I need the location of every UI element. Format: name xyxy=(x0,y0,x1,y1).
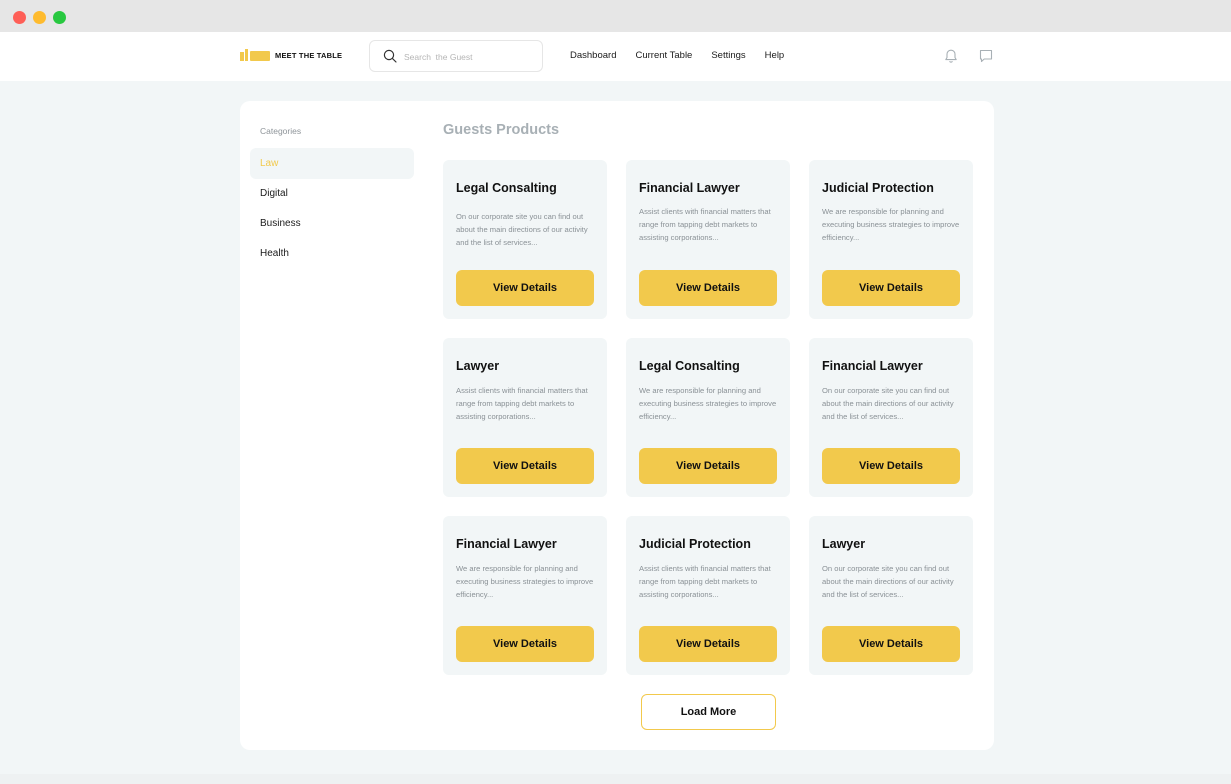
product-card: Lawyer On our corporate site you can fin… xyxy=(809,516,973,675)
category-digital[interactable]: Digital xyxy=(250,178,414,209)
product-card: Legal Consalting We are responsible for … xyxy=(626,338,790,497)
brand-name: MEET THE TABLE xyxy=(275,51,343,60)
card-description: Assist clients with financial matters th… xyxy=(639,207,771,242)
categories-title: Categories xyxy=(260,126,302,136)
view-details-button[interactable]: View Details xyxy=(456,270,594,306)
view-details-button[interactable]: View Details xyxy=(639,270,777,306)
card-title: Legal Consalting xyxy=(456,181,557,195)
main-menu: Dashboard Current Table Settings Help xyxy=(570,50,803,61)
card-description: We are responsible for planning and exec… xyxy=(456,564,594,599)
content-panel: Categories Law Digital Business Health G… xyxy=(240,101,994,750)
card-title: Lawyer xyxy=(822,537,866,551)
view-details-button[interactable]: View Details xyxy=(639,448,777,484)
card-title: Legal Consalting xyxy=(639,359,740,373)
product-card: Financial Lawyer On our corporate site y… xyxy=(809,338,973,497)
search-icon xyxy=(383,49,397,63)
nav-dashboard[interactable]: Dashboard xyxy=(570,50,616,61)
view-details-button[interactable]: View Details xyxy=(639,626,777,662)
view-details-button[interactable]: View Details xyxy=(456,448,594,484)
brand-logo[interactable]: MEET THE TABLE xyxy=(240,48,342,63)
view-details-button[interactable]: View Details xyxy=(822,626,960,662)
card-description: Assist clients with financial matters th… xyxy=(456,386,588,421)
card-title: Financial Lawyer xyxy=(639,181,740,195)
card-title: Financial Lawyer xyxy=(456,537,557,551)
product-card: Judicial Protection Assist clients with … xyxy=(626,516,790,675)
table-logo-icon xyxy=(240,48,270,63)
category-law[interactable]: Law xyxy=(250,148,414,179)
page-title: Guests Products xyxy=(443,122,560,138)
card-description: On our corporate site you can find out a… xyxy=(822,386,954,421)
product-card: Financial Lawyer Assist clients with fin… xyxy=(626,160,790,319)
view-details-button[interactable]: View Details xyxy=(822,448,960,484)
window-title-bar xyxy=(0,0,1231,32)
card-description: On our corporate site you can find out a… xyxy=(822,564,954,599)
card-description: We are responsible for planning and exec… xyxy=(639,386,777,421)
category-health[interactable]: Health xyxy=(250,238,414,269)
page-footer-strip xyxy=(0,774,1231,784)
product-card: Lawyer Assist clients with financial mat… xyxy=(443,338,607,497)
card-title: Judicial Protection xyxy=(822,181,934,195)
view-details-button[interactable]: View Details xyxy=(822,270,960,306)
nav-settings[interactable]: Settings xyxy=(711,50,745,61)
search-input[interactable] xyxy=(404,48,534,66)
maximize-window-button[interactable] xyxy=(53,11,66,24)
nav-help[interactable]: Help xyxy=(765,50,785,61)
card-description: We are responsible for planning and exec… xyxy=(822,207,960,242)
close-window-button[interactable] xyxy=(13,11,26,24)
chat-icon[interactable] xyxy=(978,48,994,69)
minimize-window-button[interactable] xyxy=(33,11,46,24)
search-box[interactable] xyxy=(369,40,543,72)
view-details-button[interactable]: View Details xyxy=(456,626,594,662)
card-title: Judicial Protection xyxy=(639,537,751,551)
bell-icon[interactable] xyxy=(943,48,959,69)
nav-current-table[interactable]: Current Table xyxy=(635,50,692,61)
load-more-button[interactable]: Load More xyxy=(641,694,776,730)
product-card: Judicial Protection We are responsible f… xyxy=(809,160,973,319)
card-description: Assist clients with financial matters th… xyxy=(639,564,771,599)
top-navigation: MEET THE TABLE Dashboard Current Table S… xyxy=(0,32,1231,81)
card-title: Financial Lawyer xyxy=(822,359,923,373)
card-description: On our corporate site you can find out a… xyxy=(456,212,588,247)
product-card: Legal Consalting On our corporate site y… xyxy=(443,160,607,319)
category-business[interactable]: Business xyxy=(250,208,414,239)
card-title: Lawyer xyxy=(456,359,500,373)
product-card: Financial Lawyer We are responsible for … xyxy=(443,516,607,675)
